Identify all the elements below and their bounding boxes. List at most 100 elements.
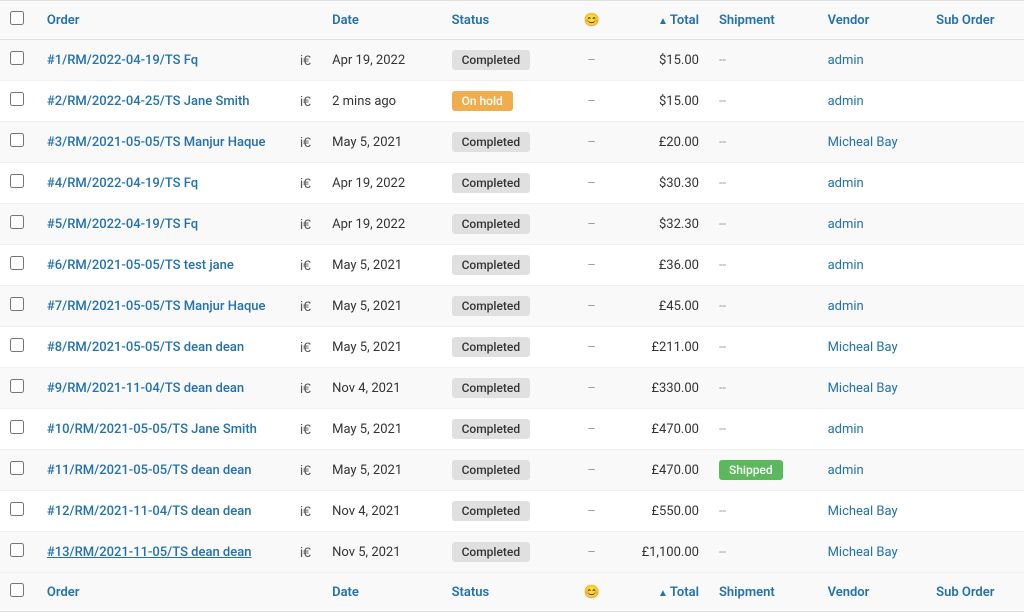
row-checkbox[interactable]: [10, 256, 24, 270]
row-checkbox[interactable]: [10, 92, 24, 106]
row-action-icon[interactable]: i€: [296, 50, 315, 70]
vendor-link[interactable]: Micheal Bay: [828, 340, 898, 355]
shipment-dash: --: [719, 381, 726, 396]
order-link[interactable]: #6/RM/2021-05-05/TS test jane: [47, 258, 234, 273]
row-action-icon[interactable]: i€: [296, 460, 315, 480]
row-action-icon[interactable]: i€: [296, 542, 315, 562]
table-row: #1/RM/2022-04-19/TS Fqi€Apr 19, 2022Comp…: [0, 40, 1024, 81]
select-all-checkbox[interactable]: [10, 11, 24, 25]
header-date[interactable]: Date: [322, 1, 441, 40]
order-link[interactable]: #2/RM/2022-04-25/TS Jane Smith: [47, 94, 250, 109]
row-emoji: –: [572, 532, 611, 573]
row-action-icon[interactable]: i€: [296, 255, 315, 275]
row-order: #6/RM/2021-05-05/TS test jane: [37, 245, 296, 286]
row-icon-cell: i€: [296, 81, 322, 122]
emoji-dash: –: [587, 94, 596, 109]
row-checkbox[interactable]: [10, 297, 24, 311]
vendor-link[interactable]: admin: [828, 176, 864, 191]
vendor-link[interactable]: Micheal Bay: [828, 504, 898, 519]
row-date: 2 mins ago: [322, 81, 441, 122]
row-total: £211.00: [611, 327, 709, 368]
order-link[interactable]: #13/RM/2021-11-05/TS dean dean: [47, 545, 252, 560]
row-shipment: --: [709, 532, 818, 573]
row-status: Completed: [442, 450, 572, 491]
vendor-link[interactable]: admin: [828, 217, 864, 232]
vendor-link[interactable]: admin: [828, 53, 864, 68]
vendor-link[interactable]: admin: [828, 422, 864, 437]
row-emoji: –: [572, 286, 611, 327]
vendor-link[interactable]: admin: [828, 463, 864, 478]
row-action-icon[interactable]: i€: [296, 296, 315, 316]
vendor-link[interactable]: Micheal Bay: [828, 135, 898, 150]
row-status: Completed: [442, 491, 572, 532]
row-date: May 5, 2021: [322, 409, 441, 450]
vendor-link[interactable]: Micheal Bay: [828, 545, 898, 560]
order-link[interactable]: #4/RM/2022-04-19/TS Fq: [47, 176, 198, 191]
status-badge: Completed: [452, 255, 531, 275]
header-shipment: Shipment: [709, 1, 818, 40]
emoji-dash: –: [587, 53, 596, 68]
header-total[interactable]: ▲Total: [611, 1, 709, 40]
row-shipment: --: [709, 286, 818, 327]
order-link[interactable]: #12/RM/2021-11-04/TS dean dean: [47, 504, 252, 519]
row-shipment: --: [709, 368, 818, 409]
row-emoji: –: [572, 245, 611, 286]
order-link[interactable]: #11/RM/2021-05-05/TS dean dean: [47, 463, 252, 478]
order-link[interactable]: #9/RM/2021-11-04/TS dean dean: [47, 381, 244, 396]
row-action-icon[interactable]: i€: [296, 378, 315, 398]
row-checkbox[interactable]: [10, 174, 24, 188]
vendor-link[interactable]: admin: [828, 258, 864, 273]
footer-date: Date: [322, 573, 441, 612]
header-order[interactable]: Order: [37, 1, 296, 40]
vendor-link[interactable]: admin: [828, 299, 864, 314]
emoji-dash: –: [587, 299, 596, 314]
row-checkbox[interactable]: [10, 461, 24, 475]
row-date: May 5, 2021: [322, 122, 441, 163]
row-date: Apr 19, 2022: [322, 40, 441, 81]
row-suborder: [926, 81, 1024, 122]
row-checkbox-cell: [0, 163, 37, 204]
row-action-icon[interactable]: i€: [296, 173, 315, 193]
row-action-icon[interactable]: i€: [296, 91, 315, 111]
row-action-icon[interactable]: i€: [296, 419, 315, 439]
row-action-icon[interactable]: i€: [296, 501, 315, 521]
row-suborder: [926, 491, 1024, 532]
row-order: #9/RM/2021-11-04/TS dean dean: [37, 368, 296, 409]
row-shipment: --: [709, 163, 818, 204]
row-order: #8/RM/2021-05-05/TS dean dean: [37, 327, 296, 368]
footer-total-label: Total: [670, 585, 699, 600]
table-body: #1/RM/2022-04-19/TS Fq i€ Apr 19, 2022 Comp…: [0, 40, 1024, 573]
row-checkbox[interactable]: [10, 543, 24, 557]
order-link[interactable]: #5/RM/2022-04-19/TS Fq: [47, 217, 198, 232]
order-link[interactable]: #1/RM/2022-04-19/TS Fq: [47, 53, 198, 68]
emoji-dash: –: [587, 463, 596, 478]
row-checkbox[interactable]: [10, 133, 24, 147]
order-link[interactable]: #10/RM/2021-05-05/TS Jane Smith: [47, 422, 257, 437]
row-checkbox[interactable]: [10, 502, 24, 516]
row-checkbox[interactable]: [10, 215, 24, 229]
row-emoji: –: [572, 450, 611, 491]
vendor-link[interactable]: admin: [828, 94, 864, 109]
order-link[interactable]: #3/RM/2021-05-05/TS Manjur Haque: [47, 135, 266, 150]
order-link[interactable]: #7/RM/2021-05-05/TS Manjur Haque: [47, 299, 266, 314]
row-action-icon[interactable]: i€: [296, 214, 315, 234]
row-checkbox[interactable]: [10, 51, 24, 65]
row-checkbox[interactable]: [10, 420, 24, 434]
row-action-icon[interactable]: i€: [296, 337, 315, 357]
row-action-icon[interactable]: i€: [296, 132, 315, 152]
row-checkbox[interactable]: [10, 379, 24, 393]
row-checkbox-cell: [0, 327, 37, 368]
row-emoji: –: [572, 409, 611, 450]
row-vendor: Micheal Bay: [818, 491, 927, 532]
footer-status-label: Status: [452, 585, 490, 600]
order-link[interactable]: #8/RM/2021-05-05/TS dean dean: [47, 340, 244, 355]
shipment-dash: --: [719, 217, 726, 232]
row-checkbox[interactable]: [10, 338, 24, 352]
header-order-icon-spacer: [296, 1, 322, 40]
date-column-label: Date: [332, 13, 359, 28]
row-icon-cell: i€: [296, 368, 322, 409]
footer-select-all-checkbox[interactable]: [10, 583, 24, 597]
row-date: Apr 19, 2022: [322, 204, 441, 245]
row-emoji: –: [572, 122, 611, 163]
vendor-link[interactable]: Micheal Bay: [828, 381, 898, 396]
